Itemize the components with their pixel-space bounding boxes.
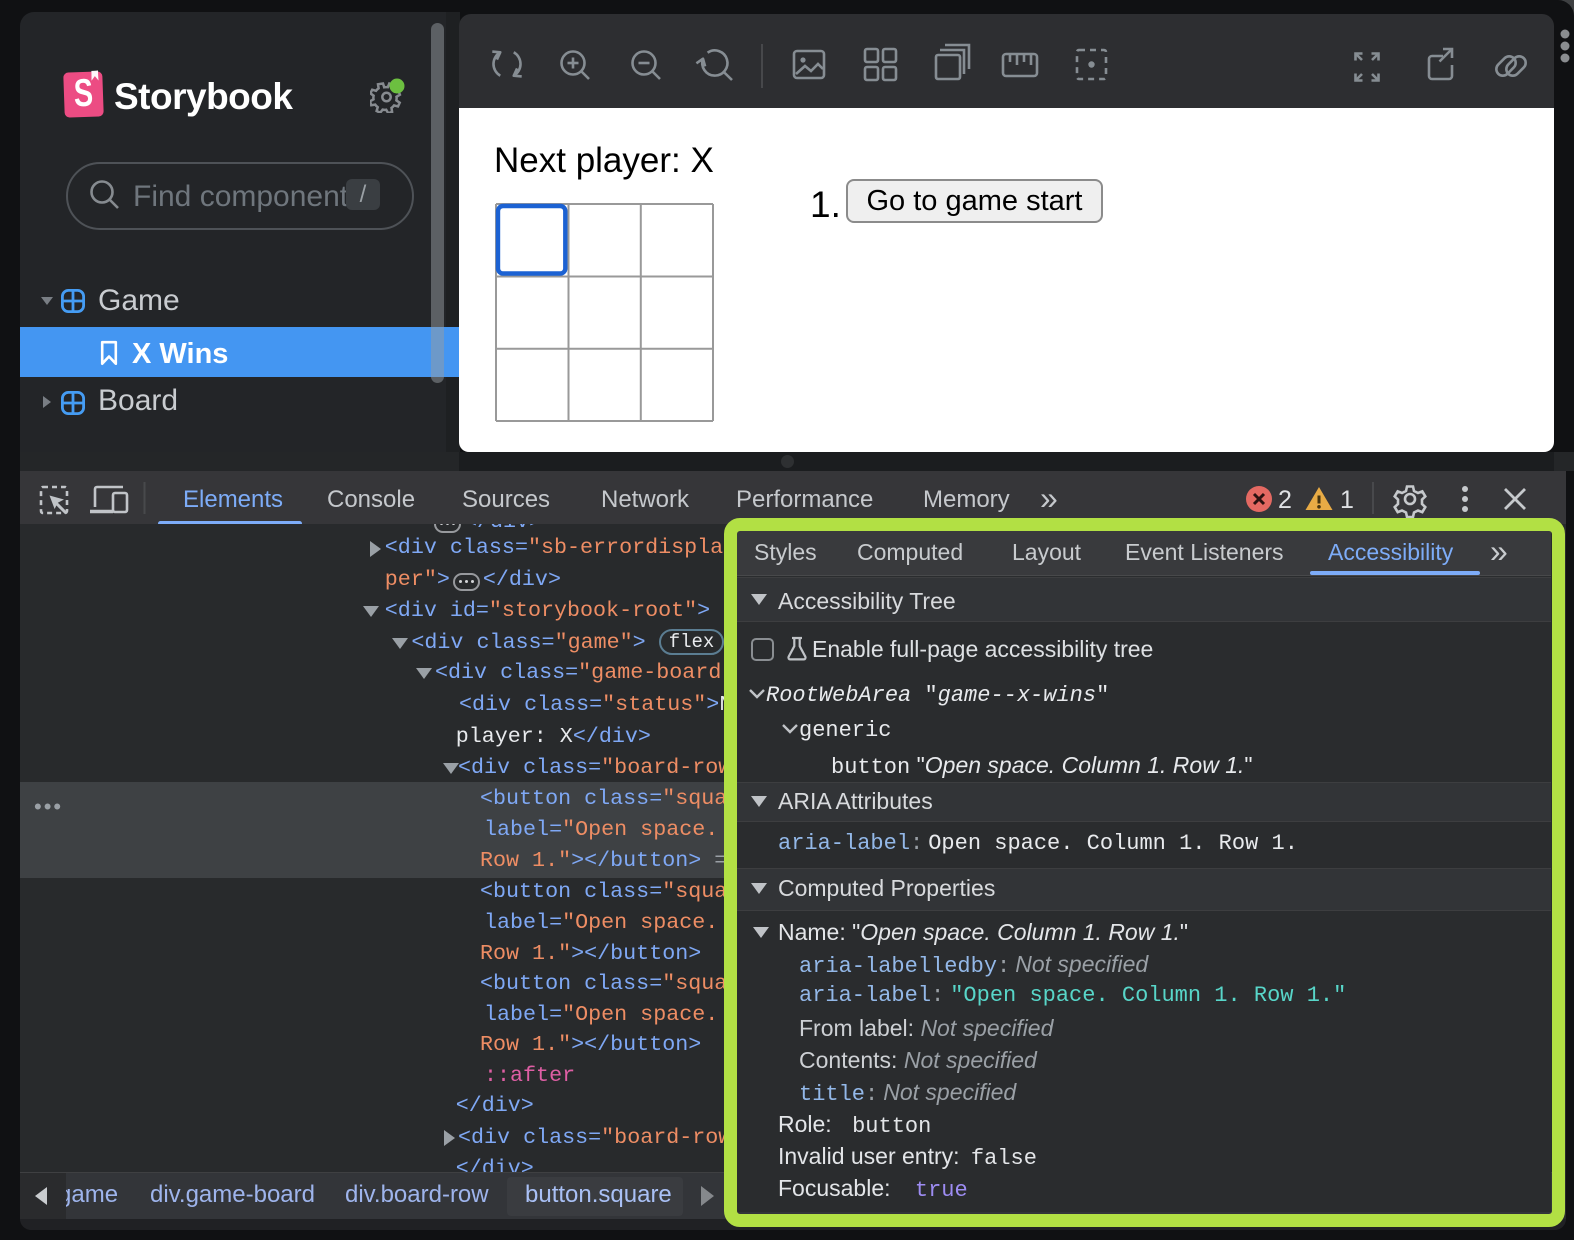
svg-text:1: 1 bbox=[1340, 486, 1354, 514]
svg-text:2: 2 bbox=[1278, 486, 1292, 514]
